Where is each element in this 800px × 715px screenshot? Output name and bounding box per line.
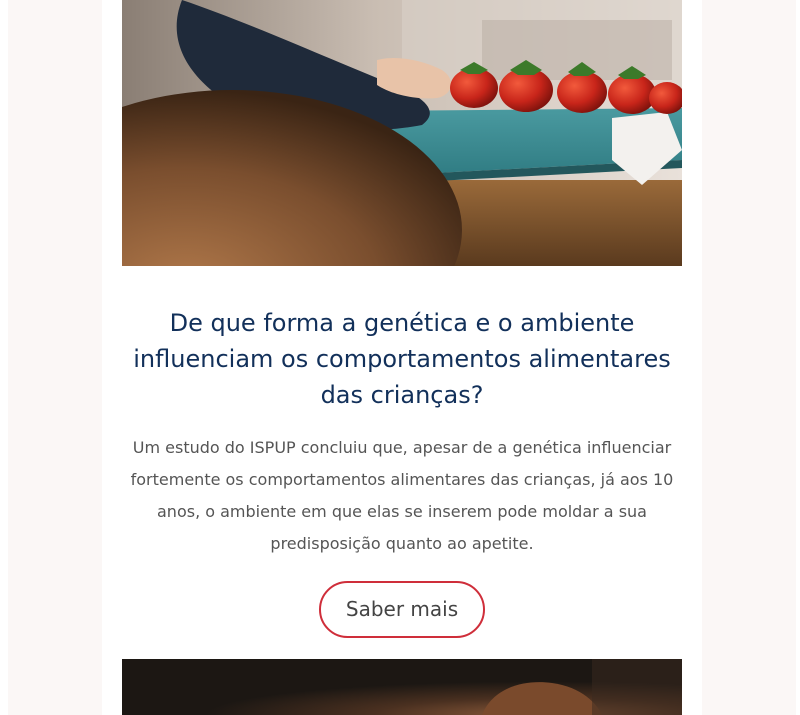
child-portrait-illustration — [122, 659, 682, 715]
article-summary: Um estudo do ISPUP concluiu que, apesar … — [130, 438, 674, 553]
next-article-image — [122, 659, 682, 715]
article-hero-image — [122, 0, 682, 266]
strawberries-photo-illustration — [122, 0, 682, 266]
read-more-button[interactable]: Saber mais — [319, 581, 485, 638]
article-title: De que forma a genética e o ambiente inf… — [133, 309, 671, 409]
